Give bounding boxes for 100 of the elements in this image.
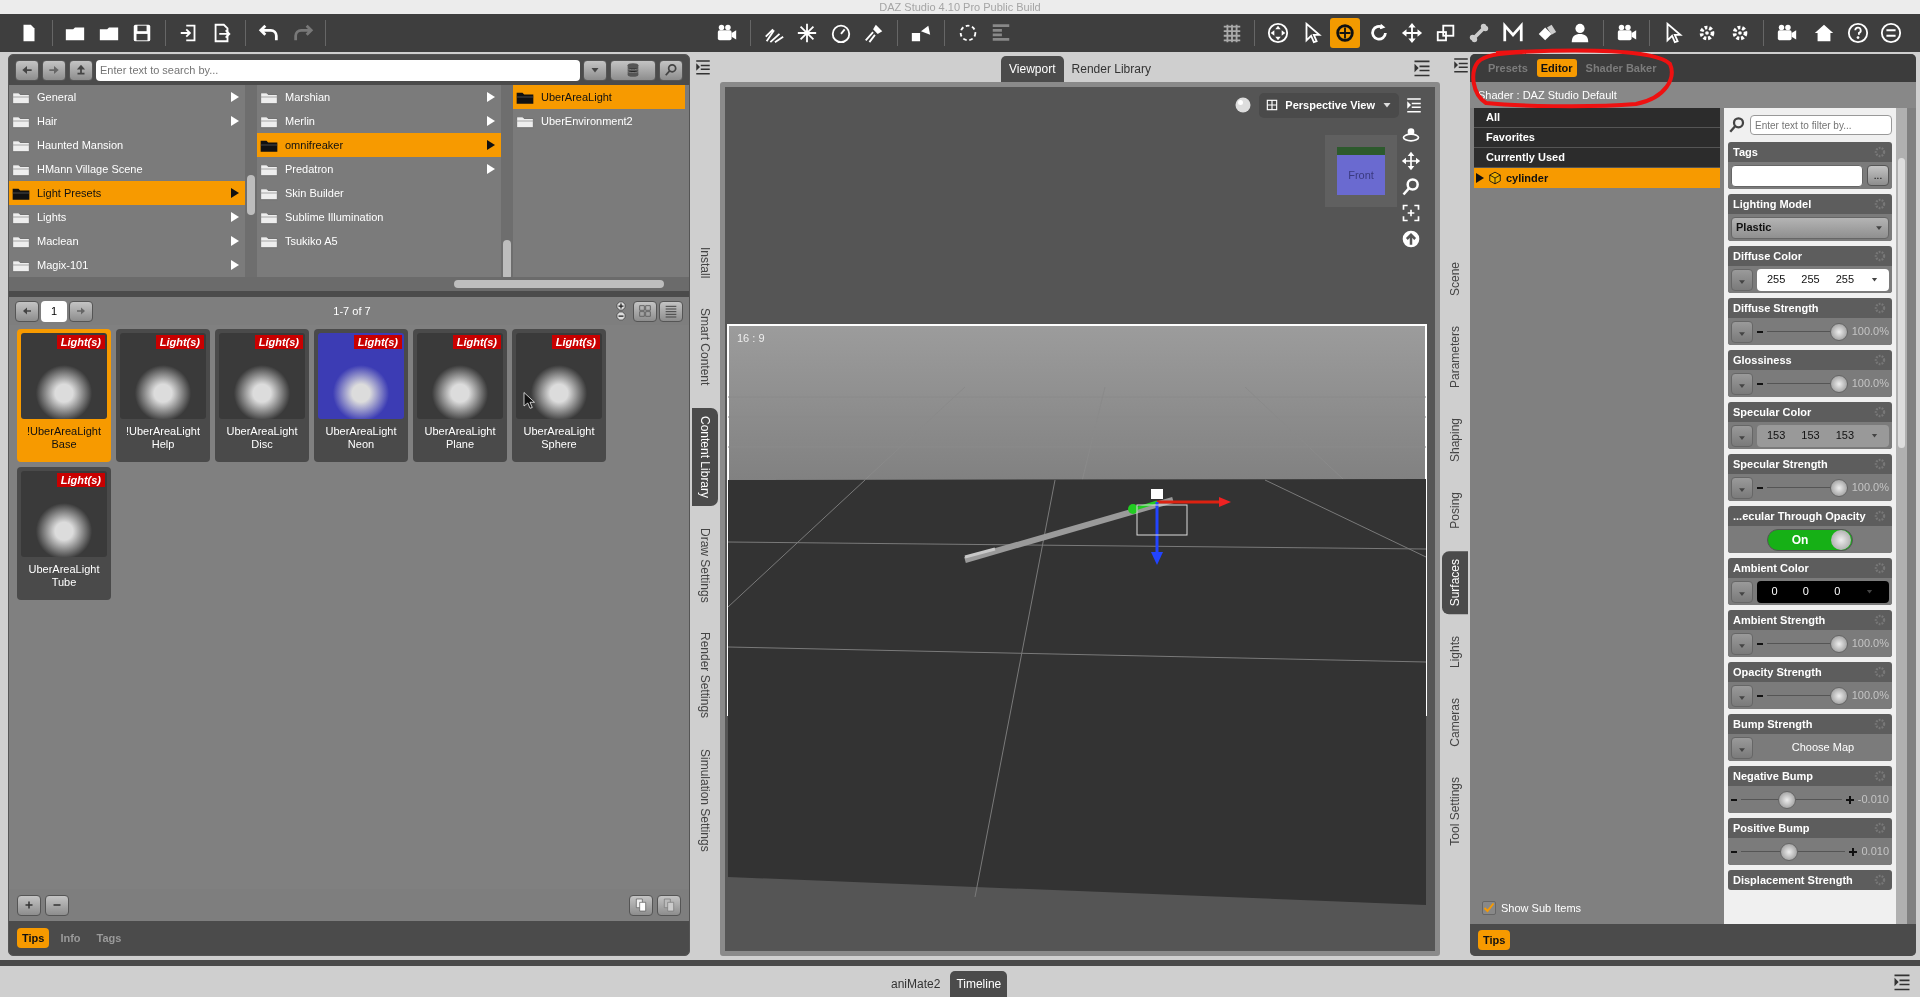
- minus-icon[interactable]: [1757, 486, 1763, 489]
- filter-search-icon[interactable]: [1728, 116, 1746, 134]
- horizontal-scrollbar[interactable]: [9, 277, 689, 291]
- more-button[interactable]: ...: [1867, 165, 1889, 186]
- folder-item[interactable]: Hair: [9, 109, 245, 133]
- folder-item[interactable]: Haunted Mansion: [9, 133, 245, 157]
- frame-icon[interactable]: [1401, 203, 1421, 223]
- minus-icon[interactable]: [1757, 694, 1763, 697]
- side-tab[interactable]: Smart Content: [692, 300, 718, 394]
- side-tab[interactable]: Posing: [1442, 484, 1468, 537]
- slider-thumb[interactable]: [1829, 478, 1848, 497]
- search-button[interactable]: [659, 59, 683, 81]
- side-tab[interactable]: Cameras: [1442, 690, 1468, 755]
- database-button[interactable]: [610, 59, 656, 81]
- folder-item[interactable]: Predatron: [257, 157, 501, 181]
- panel-menu-icon[interactable]: [1412, 58, 1432, 78]
- folder-item[interactable]: omnifreaker: [257, 133, 501, 157]
- surface-group[interactable]: Currently Used: [1474, 148, 1720, 168]
- lighting-dropdown[interactable]: Plastic: [1731, 216, 1889, 239]
- minus-icon[interactable]: [1757, 330, 1763, 333]
- orbit-icon[interactable]: [1401, 125, 1421, 145]
- preset-tile[interactable]: Light(s) UberAreaLight Sphere: [512, 329, 606, 462]
- folder-item[interactable]: Merlin: [257, 109, 501, 133]
- color-field[interactable]: 255 255 255: [1757, 268, 1889, 291]
- up-button[interactable]: [69, 59, 93, 81]
- search-field[interactable]: Enter text to search by...: [96, 59, 580, 81]
- plus-icon[interactable]: [23, 899, 35, 911]
- minus-icon[interactable]: [1757, 382, 1763, 385]
- left-arrow-icon[interactable]: [21, 305, 33, 317]
- side-tab[interactable]: Tool Settings: [1442, 768, 1468, 854]
- folder-item[interactable]: Maclean: [9, 229, 245, 253]
- panel-menu-icon[interactable]: [694, 58, 712, 76]
- right-arrow-icon[interactable]: [47, 63, 61, 77]
- vertical-scrollbar[interactable]: [501, 85, 513, 277]
- side-tab[interactable]: Draw Settings: [692, 519, 718, 611]
- window-icon[interactable]: [1265, 98, 1280, 113]
- slider-thumb[interactable]: [1829, 634, 1848, 653]
- left-arrow-icon[interactable]: [20, 63, 34, 77]
- slider-thumb[interactable]: [1779, 842, 1798, 861]
- side-tab[interactable]: Scene: [1442, 254, 1468, 305]
- remove-button[interactable]: [45, 894, 69, 916]
- folder-item[interactable]: Marshian: [257, 85, 501, 109]
- panel-tab[interactable]: Tips: [17, 927, 50, 949]
- minus-icon[interactable]: [1731, 798, 1737, 801]
- right-arrow-icon[interactable]: [75, 305, 87, 317]
- panel-menu-icon[interactable]: [1452, 56, 1470, 74]
- slider-thumb[interactable]: [1829, 686, 1848, 705]
- folder-item[interactable]: Light Presets: [9, 181, 245, 205]
- folder-item[interactable]: UberEnvironment2: [513, 109, 685, 133]
- surface-node[interactable]: cylinder: [1474, 168, 1720, 188]
- transform-gizmo-drawing[interactable]: [1128, 489, 1231, 565]
- viewport-tab[interactable]: Viewport: [1001, 56, 1064, 82]
- side-tab[interactable]: Lights: [1442, 628, 1468, 677]
- add-button[interactable]: [17, 894, 41, 916]
- side-tab[interactable]: Shaping: [1442, 410, 1468, 471]
- forward-button[interactable]: [42, 59, 66, 81]
- database-icon[interactable]: [625, 62, 641, 78]
- target-icon[interactable]: [1330, 18, 1360, 48]
- editor-tab[interactable]: Editor: [1536, 58, 1577, 78]
- surface-group[interactable]: All: [1474, 108, 1720, 128]
- preset-tile[interactable]: Light(s) UberAreaLight Tube: [17, 467, 111, 600]
- page-field[interactable]: 1: [41, 300, 67, 322]
- cylinder-object[interactable]: [964, 497, 1174, 563]
- folder-item[interactable]: HMann Village Scene: [9, 157, 245, 181]
- minus-icon[interactable]: [1757, 642, 1763, 645]
- viewport[interactable]: Perspective View Front 16 : 9: [720, 82, 1440, 956]
- preset-tile[interactable]: Light(s) !UberAreaLight Base: [17, 329, 111, 462]
- caret-icon[interactable]: [1869, 275, 1879, 284]
- side-tab[interactable]: Content Library: [692, 407, 718, 506]
- side-tab[interactable]: Install: [692, 239, 718, 287]
- preset-tile[interactable]: Light(s) !UberAreaLight Help: [116, 329, 210, 462]
- back-button[interactable]: [15, 59, 39, 81]
- dock-tab[interactable]: aniMate2: [885, 971, 947, 997]
- folder-item[interactable]: Magix-101: [9, 253, 245, 277]
- dropdown-button[interactable]: [583, 59, 607, 81]
- filter-field[interactable]: Enter text to filter by...: [1750, 115, 1892, 135]
- folder-item[interactable]: UberAreaLight: [513, 85, 685, 109]
- slider-thumb[interactable]: [1829, 374, 1848, 393]
- panel-tab[interactable]: Tips: [1478, 929, 1511, 951]
- panel-menu-icon[interactable]: [1892, 972, 1912, 992]
- slider-thumb[interactable]: [1778, 790, 1797, 809]
- side-tab[interactable]: Surfaces: [1442, 550, 1468, 615]
- color-field[interactable]: 0 0 0: [1757, 580, 1889, 603]
- folder-item[interactable]: Skin Builder: [257, 181, 501, 205]
- viewport-menu-icon[interactable]: [1405, 96, 1423, 115]
- dock-tab[interactable]: Timeline: [950, 971, 1008, 997]
- folder-item[interactable]: Lights: [9, 205, 245, 229]
- previous-page-button[interactable]: [15, 300, 39, 322]
- folder-item[interactable]: Sublime Illumination: [257, 205, 501, 229]
- surface-group[interactable]: Favorites: [1474, 128, 1720, 148]
- vertical-scrollbar[interactable]: [1896, 108, 1907, 924]
- tags-field[interactable]: [1731, 164, 1863, 187]
- minus-icon[interactable]: [1731, 850, 1737, 853]
- expand-arrow-icon[interactable]: [1476, 173, 1484, 183]
- viewport-tab[interactable]: Render Library: [1063, 56, 1159, 82]
- view-selector[interactable]: Perspective View: [1259, 93, 1399, 118]
- preset-tile[interactable]: Light(s) UberAreaLight Disc: [215, 329, 309, 462]
- folder-item[interactable]: Tsukiko A5: [257, 229, 501, 253]
- side-tab[interactable]: Simulation Settings: [692, 740, 718, 860]
- preset-tile[interactable]: Light(s) UberAreaLight Plane: [413, 329, 507, 462]
